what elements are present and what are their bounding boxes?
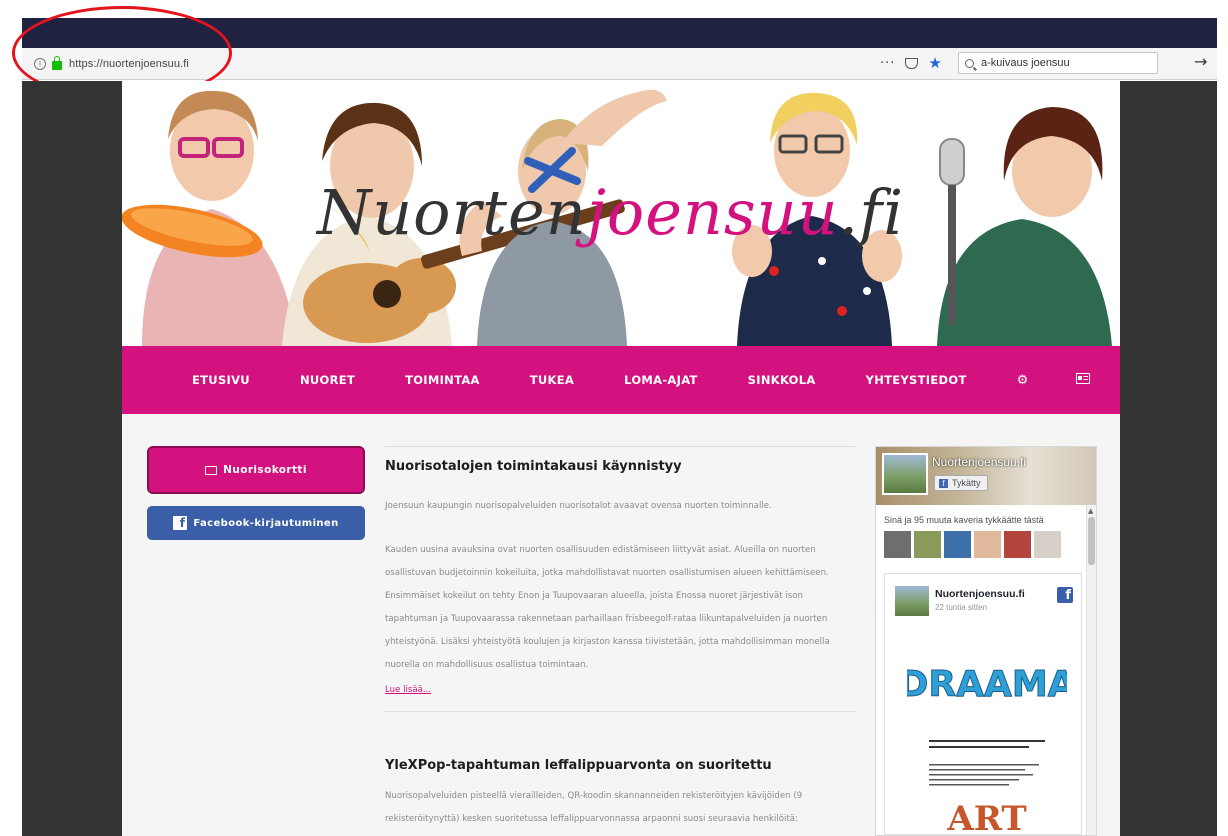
facebook-post-time[interactable]: 22 tuntia sitten: [935, 603, 987, 612]
article-paragraph: Nuorisopalveluiden pisteellä vierailleid…: [385, 791, 803, 824]
search-value[interactable]: a-kuivaus joensuu: [981, 57, 1070, 69]
screenshot-frame: i https://nuortenjoensuu.fi ··· ★ a-kuiv…: [0, 0, 1228, 836]
facebook-page-thumbnail[interactable]: [882, 453, 928, 495]
facebook-post: Nuortenjoensuu.fi 22 tuntia sitten f DRA…: [884, 573, 1082, 835]
read-more-link[interactable]: Lue lisää...: [385, 685, 855, 695]
header-banner[interactable]: Nuortenjoensuu.fi: [122, 81, 1120, 346]
more-actions-icon[interactable]: ···: [880, 56, 895, 71]
nuorisokortti-button[interactable]: Nuorisokortti: [147, 446, 365, 494]
article-paragraph: Kauden uusina avauksina ovat nuorten osa…: [385, 545, 830, 670]
facebook-page-widget: Nuortenjoensuu.fi f Tykätty Sinä ja 95 m…: [875, 446, 1097, 836]
go-arrow-icon[interactable]: →: [1194, 52, 1207, 71]
banner-person-5: [937, 107, 1112, 346]
poster-title: DRAAMA: [907, 664, 1067, 705]
article-title[interactable]: Nuorisotalojen toimintakausi käynnistyy: [385, 459, 855, 474]
avatar[interactable]: [974, 531, 1001, 558]
facebook-like-label: Tykätty: [952, 478, 981, 488]
divider: [385, 446, 855, 447]
facebook-friend-faces: [884, 531, 1061, 558]
main-navigation: ETUSIVU NUORET TOIMINTAA TUKEA LOMA-AJAT…: [122, 346, 1120, 414]
facebook-widget-scrollbar[interactable]: ▲: [1086, 505, 1096, 835]
facebook-icon: f: [173, 516, 188, 530]
gear-icon[interactable]: ⚙: [1017, 373, 1029, 388]
nav-nuoret[interactable]: NUORET: [300, 373, 355, 387]
facebook-post-avatar[interactable]: [895, 586, 929, 616]
logo-part-nuorten[interactable]: Nuorten: [317, 176, 587, 249]
avatar[interactable]: [944, 531, 971, 558]
avatar[interactable]: [1004, 531, 1031, 558]
nav-yhteystiedot[interactable]: YHTEYSTIEDOT: [866, 373, 967, 387]
logo-part-joensuu[interactable]: joensuu: [587, 176, 839, 249]
facebook-friends-text: Sinä ja 95 muuta kaveria tykkäätte tästä: [884, 515, 1044, 525]
nav-etusivu[interactable]: ETUSIVU: [192, 373, 250, 387]
site-logo[interactable]: Nuortenjoensuu.fi: [317, 176, 904, 249]
nav-tukea[interactable]: TUKEA: [530, 373, 574, 387]
info-icon[interactable]: i: [34, 58, 46, 70]
browser-toolbar: i https://nuortenjoensuu.fi ··· ★ a-kuiv…: [22, 48, 1217, 80]
lock-icon[interactable]: [52, 56, 62, 70]
logo-part-fi[interactable]: .fi: [839, 176, 904, 249]
id-card-icon[interactable]: [1076, 372, 1091, 388]
facebook-cover[interactable]: Nuortenjoensuu.fi f Tykätty: [876, 447, 1096, 505]
scrollbar-thumb[interactable]: [1088, 517, 1095, 565]
page-actions: ··· ★: [880, 54, 942, 72]
page-background-left: [22, 81, 122, 836]
url-text[interactable]: https://nuortenjoensuu.fi: [69, 58, 189, 70]
avatar[interactable]: [1034, 531, 1061, 558]
facebook-post-image[interactable]: DRAAMA ART: [907, 634, 1067, 835]
scroll-up-icon[interactable]: ▲: [1088, 507, 1093, 515]
facebook-page-name[interactable]: Nuortenjoensuu.fi: [932, 455, 1026, 469]
facebook-icon[interactable]: f: [1057, 587, 1073, 603]
main-content: Nuorisotalojen toimintakausi käynnistyy …: [385, 446, 855, 831]
article-paragraph: Joensuun kaupungin nuorisopalveluiden nu…: [385, 501, 772, 511]
pocket-icon[interactable]: [905, 57, 919, 69]
bookmark-star-icon[interactable]: ★: [928, 54, 941, 72]
avatar[interactable]: [884, 531, 911, 558]
banner-person-1: [122, 90, 297, 346]
nav-loma-ajat[interactable]: LOMA-AJAT: [624, 373, 698, 387]
nav-toimintaa[interactable]: TOIMINTAA: [405, 373, 480, 387]
facebook-like-button[interactable]: f Tykätty: [934, 475, 988, 491]
facebook-icon: f: [939, 478, 948, 488]
avatar[interactable]: [914, 531, 941, 558]
search-icon: [965, 58, 974, 68]
article-title[interactable]: YleXPop-tapahtuman leffalippuarvonta on …: [385, 758, 855, 773]
nav-sinkkola[interactable]: SINKKOLA: [748, 373, 816, 387]
facebook-login-button[interactable]: f Facebook-kirjautuminen: [147, 506, 365, 540]
address-bar[interactable]: i https://nuortenjoensuu.fi: [34, 53, 234, 75]
nuorisokortti-label: Nuorisokortti: [223, 464, 307, 476]
facebook-post-author[interactable]: Nuortenjoensuu.fi: [935, 588, 1025, 600]
page-background-right: [1120, 81, 1217, 836]
browser-titlebar: [22, 18, 1217, 48]
poster-title-2: ART: [946, 799, 1026, 834]
divider: [385, 711, 855, 712]
search-input[interactable]: a-kuivaus joensuu: [958, 52, 1158, 74]
facebook-login-label: Facebook-kirjautuminen: [193, 517, 339, 529]
id-card-icon: [205, 465, 218, 475]
